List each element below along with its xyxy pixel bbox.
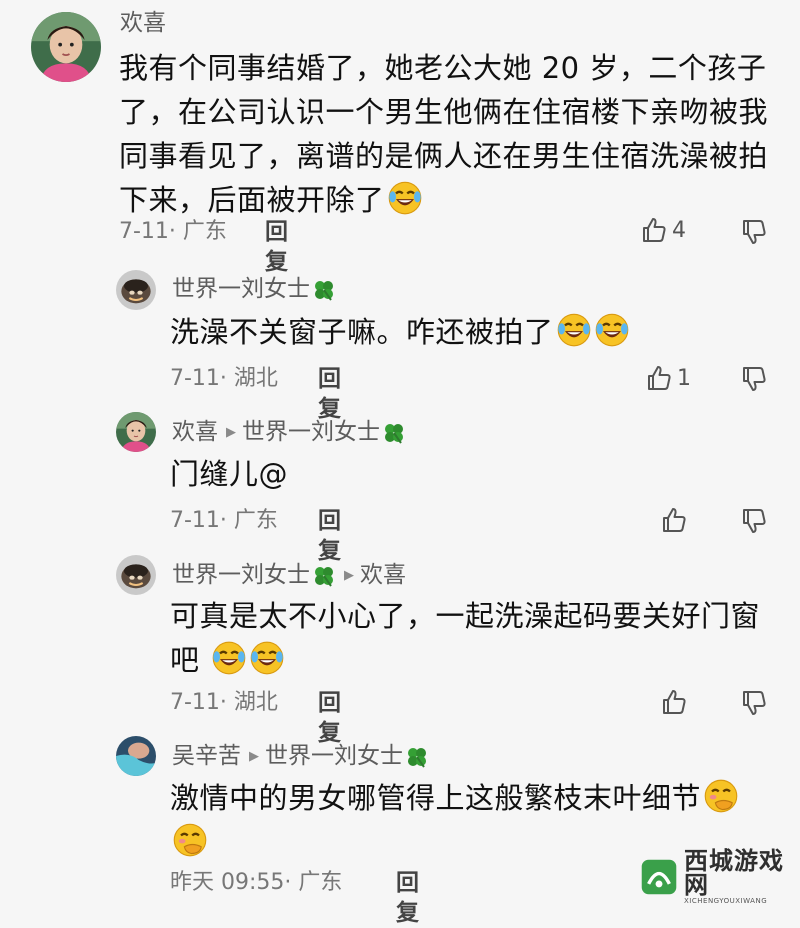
comment-text: 可真是太不小心了，一起洗澡起码要关好门窗 吧: [170, 599, 761, 677]
comment-meta: 昨天 09:55· 广东: [170, 870, 343, 895]
thumb-up-icon: [660, 688, 688, 716]
laugh-cry-emoji-icon: [211, 640, 247, 676]
clover-icon: [312, 564, 336, 588]
avatar[interactable]: [116, 412, 156, 452]
like-button[interactable]: 1: [645, 364, 691, 392]
like-button[interactable]: [660, 506, 688, 534]
comment-author[interactable]: 欢喜: [120, 8, 166, 38]
comment-meta: 7-11· 湖北: [170, 690, 278, 715]
thumb-down-icon: [740, 507, 768, 535]
laugh-cry-emoji-icon: [249, 640, 285, 676]
reply-arrow-icon: ▶: [226, 424, 236, 440]
reply-to-user[interactable]: 欢喜: [360, 562, 406, 588]
like-count: 4: [672, 217, 686, 243]
reply-to-user[interactable]: 世界一刘女士: [242, 419, 380, 445]
avatar[interactable]: [116, 555, 156, 595]
comment-text: 洗澡不关窗子嘛。咋还被拍了: [170, 310, 770, 354]
reply-to-user[interactable]: 世界一刘女士: [265, 743, 403, 769]
reply-button[interactable]: 回复: [318, 364, 341, 424]
avatar[interactable]: [31, 12, 101, 82]
site-watermark: 西城游戏网 XICHENGYOUXIWANG: [640, 849, 792, 905]
clover-icon: [312, 278, 336, 302]
reply-arrow-icon: ▶: [249, 748, 259, 764]
comment-author[interactable]: 吴辛苦 ▶ 世界一刘女士: [172, 741, 429, 772]
reply-button[interactable]: 回复: [318, 688, 341, 748]
like-button[interactable]: 4: [640, 216, 686, 244]
comment-meta: 7-11· 广东: [170, 508, 278, 533]
dislike-button[interactable]: [740, 507, 768, 535]
watermark-title: 西城游戏网: [684, 846, 785, 899]
like-button[interactable]: [660, 688, 688, 716]
clover-icon: [382, 421, 406, 445]
clover-icon: [405, 745, 429, 769]
like-count: 1: [677, 365, 691, 391]
dislike-button[interactable]: [740, 689, 768, 717]
avatar[interactable]: [116, 736, 156, 776]
logo-icon: [641, 859, 677, 895]
avatar[interactable]: [116, 270, 156, 310]
dislike-button[interactable]: [740, 365, 768, 393]
giggle-emoji-icon: [172, 822, 208, 858]
comment-meta: 7-11· 湖北: [170, 366, 278, 391]
giggle-emoji-icon: [703, 778, 739, 814]
comment-author[interactable]: 世界一刘女士 ▶ 欢喜: [172, 560, 406, 591]
reply-button[interactable]: 回复: [396, 868, 419, 928]
thumb-down-icon: [740, 689, 768, 717]
reply-arrow-icon: ▶: [344, 567, 354, 583]
comment-text: 门缝儿@: [170, 457, 289, 491]
comment-meta: 7-11· 广东: [119, 219, 227, 244]
comment-author[interactable]: 世界一刘女士: [172, 274, 336, 304]
thumb-up-icon: [640, 216, 668, 244]
dislike-button[interactable]: [740, 218, 768, 246]
laugh-cry-emoji-icon: [556, 312, 592, 348]
thumb-down-icon: [740, 218, 768, 246]
comment-author[interactable]: 欢喜 ▶ 世界一刘女士: [172, 417, 406, 448]
thumb-up-icon: [645, 364, 673, 392]
laugh-cry-emoji-icon: [594, 312, 630, 348]
reply-button[interactable]: 回复: [265, 217, 288, 277]
reply-button[interactable]: 回复: [318, 506, 341, 566]
thumb-up-icon: [660, 506, 688, 534]
laugh-cry-emoji-icon: [387, 180, 423, 216]
comment-text: 我有个同事结婚了，她老公大她 20 岁，二个孩子 了，在公司认识一个男生他俩在住…: [119, 51, 769, 217]
thumb-down-icon: [740, 365, 768, 393]
watermark-subtitle: XICHENGYOUXIWANG: [684, 896, 768, 905]
